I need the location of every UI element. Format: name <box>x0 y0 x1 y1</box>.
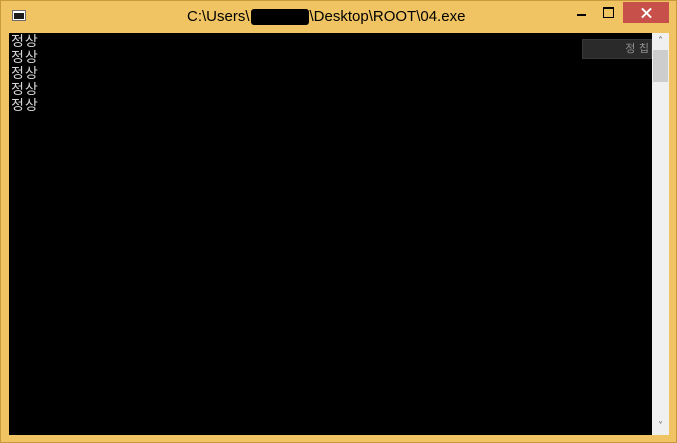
console-line: 정상 <box>11 98 39 114</box>
scrollbar-thumb[interactable] <box>653 50 668 82</box>
console-window: C:\Users\ \Desktop\ROOT\04.exe 정상 정상 정상 … <box>0 0 677 443</box>
maximize-button[interactable] <box>596 2 622 22</box>
chevron-up-icon[interactable]: ˄ <box>652 33 669 50</box>
vertical-scrollbar[interactable]: ˄ ˅ <box>652 33 669 435</box>
console-app-icon[interactable] <box>12 10 26 21</box>
console-line: 정상 <box>11 50 39 66</box>
console-output[interactable]: 정상 정상 정상 정상 정상 정 칩 <box>9 33 652 435</box>
close-button[interactable] <box>623 2 669 23</box>
console-line: 정상 <box>11 66 39 82</box>
ime-status-indicator: 정 칩 <box>582 39 652 59</box>
chevron-down-icon[interactable]: ˅ <box>652 418 669 435</box>
window-title-suffix: \Desktop\ROOT\04.exe <box>309 8 466 25</box>
window-title-prefix: C:\Users\ <box>187 8 250 25</box>
window-title: C:\Users\ \Desktop\ROOT\04.exe <box>187 7 465 27</box>
console-line: 정상 <box>11 82 39 98</box>
console-line: 정상 <box>11 34 39 50</box>
minimize-button[interactable] <box>569 2 595 22</box>
redacted-username <box>250 9 309 25</box>
title-bar[interactable]: C:\Users\ \Desktop\ROOT\04.exe <box>1 1 676 33</box>
